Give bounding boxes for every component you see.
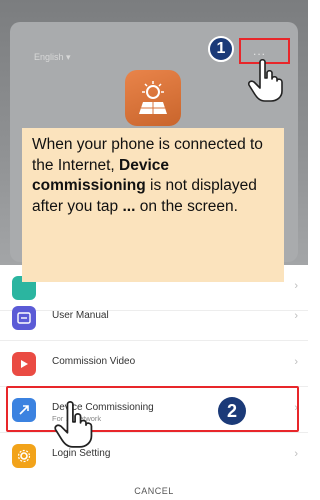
step-2-badge: 2 (218, 397, 246, 425)
device-commissioning-highlight (6, 386, 299, 432)
menu-item-login-setting[interactable]: Login Setting › (0, 433, 308, 479)
app-logo-icon (125, 70, 181, 126)
note-text: on the screen. (135, 197, 238, 215)
video-icon (12, 352, 36, 376)
tap-hand-icon (52, 400, 96, 453)
menu-item-label: User Manual (52, 310, 109, 321)
chevron-right-icon: › (294, 280, 298, 292)
tap-hand-icon (246, 58, 286, 107)
settings-icon (12, 444, 36, 468)
step-1-badge: 1 (208, 36, 234, 62)
chevron-right-icon: › (294, 310, 298, 322)
manual-icon (12, 306, 36, 330)
chevron-right-icon: › (294, 356, 298, 368)
menu-item-commission-video[interactable]: Commission Video › (0, 341, 308, 387)
menu-item-user-manual[interactable]: User Manual › (0, 295, 308, 341)
menu-item-label: Commission Video (52, 356, 136, 367)
cancel-button[interactable]: CANCEL (0, 486, 308, 496)
note-callout: When your phone is connected to the Inte… (22, 128, 284, 282)
action-sheet: › User Manual › Commission Video › Devic… (0, 265, 308, 500)
language-selector[interactable]: English ▾ (34, 52, 71, 63)
note-bold-dots: ... (122, 197, 136, 215)
screen: English ▾ ... 1 › User Manual › Commissi… (0, 0, 308, 500)
chevron-right-icon: › (294, 448, 298, 460)
